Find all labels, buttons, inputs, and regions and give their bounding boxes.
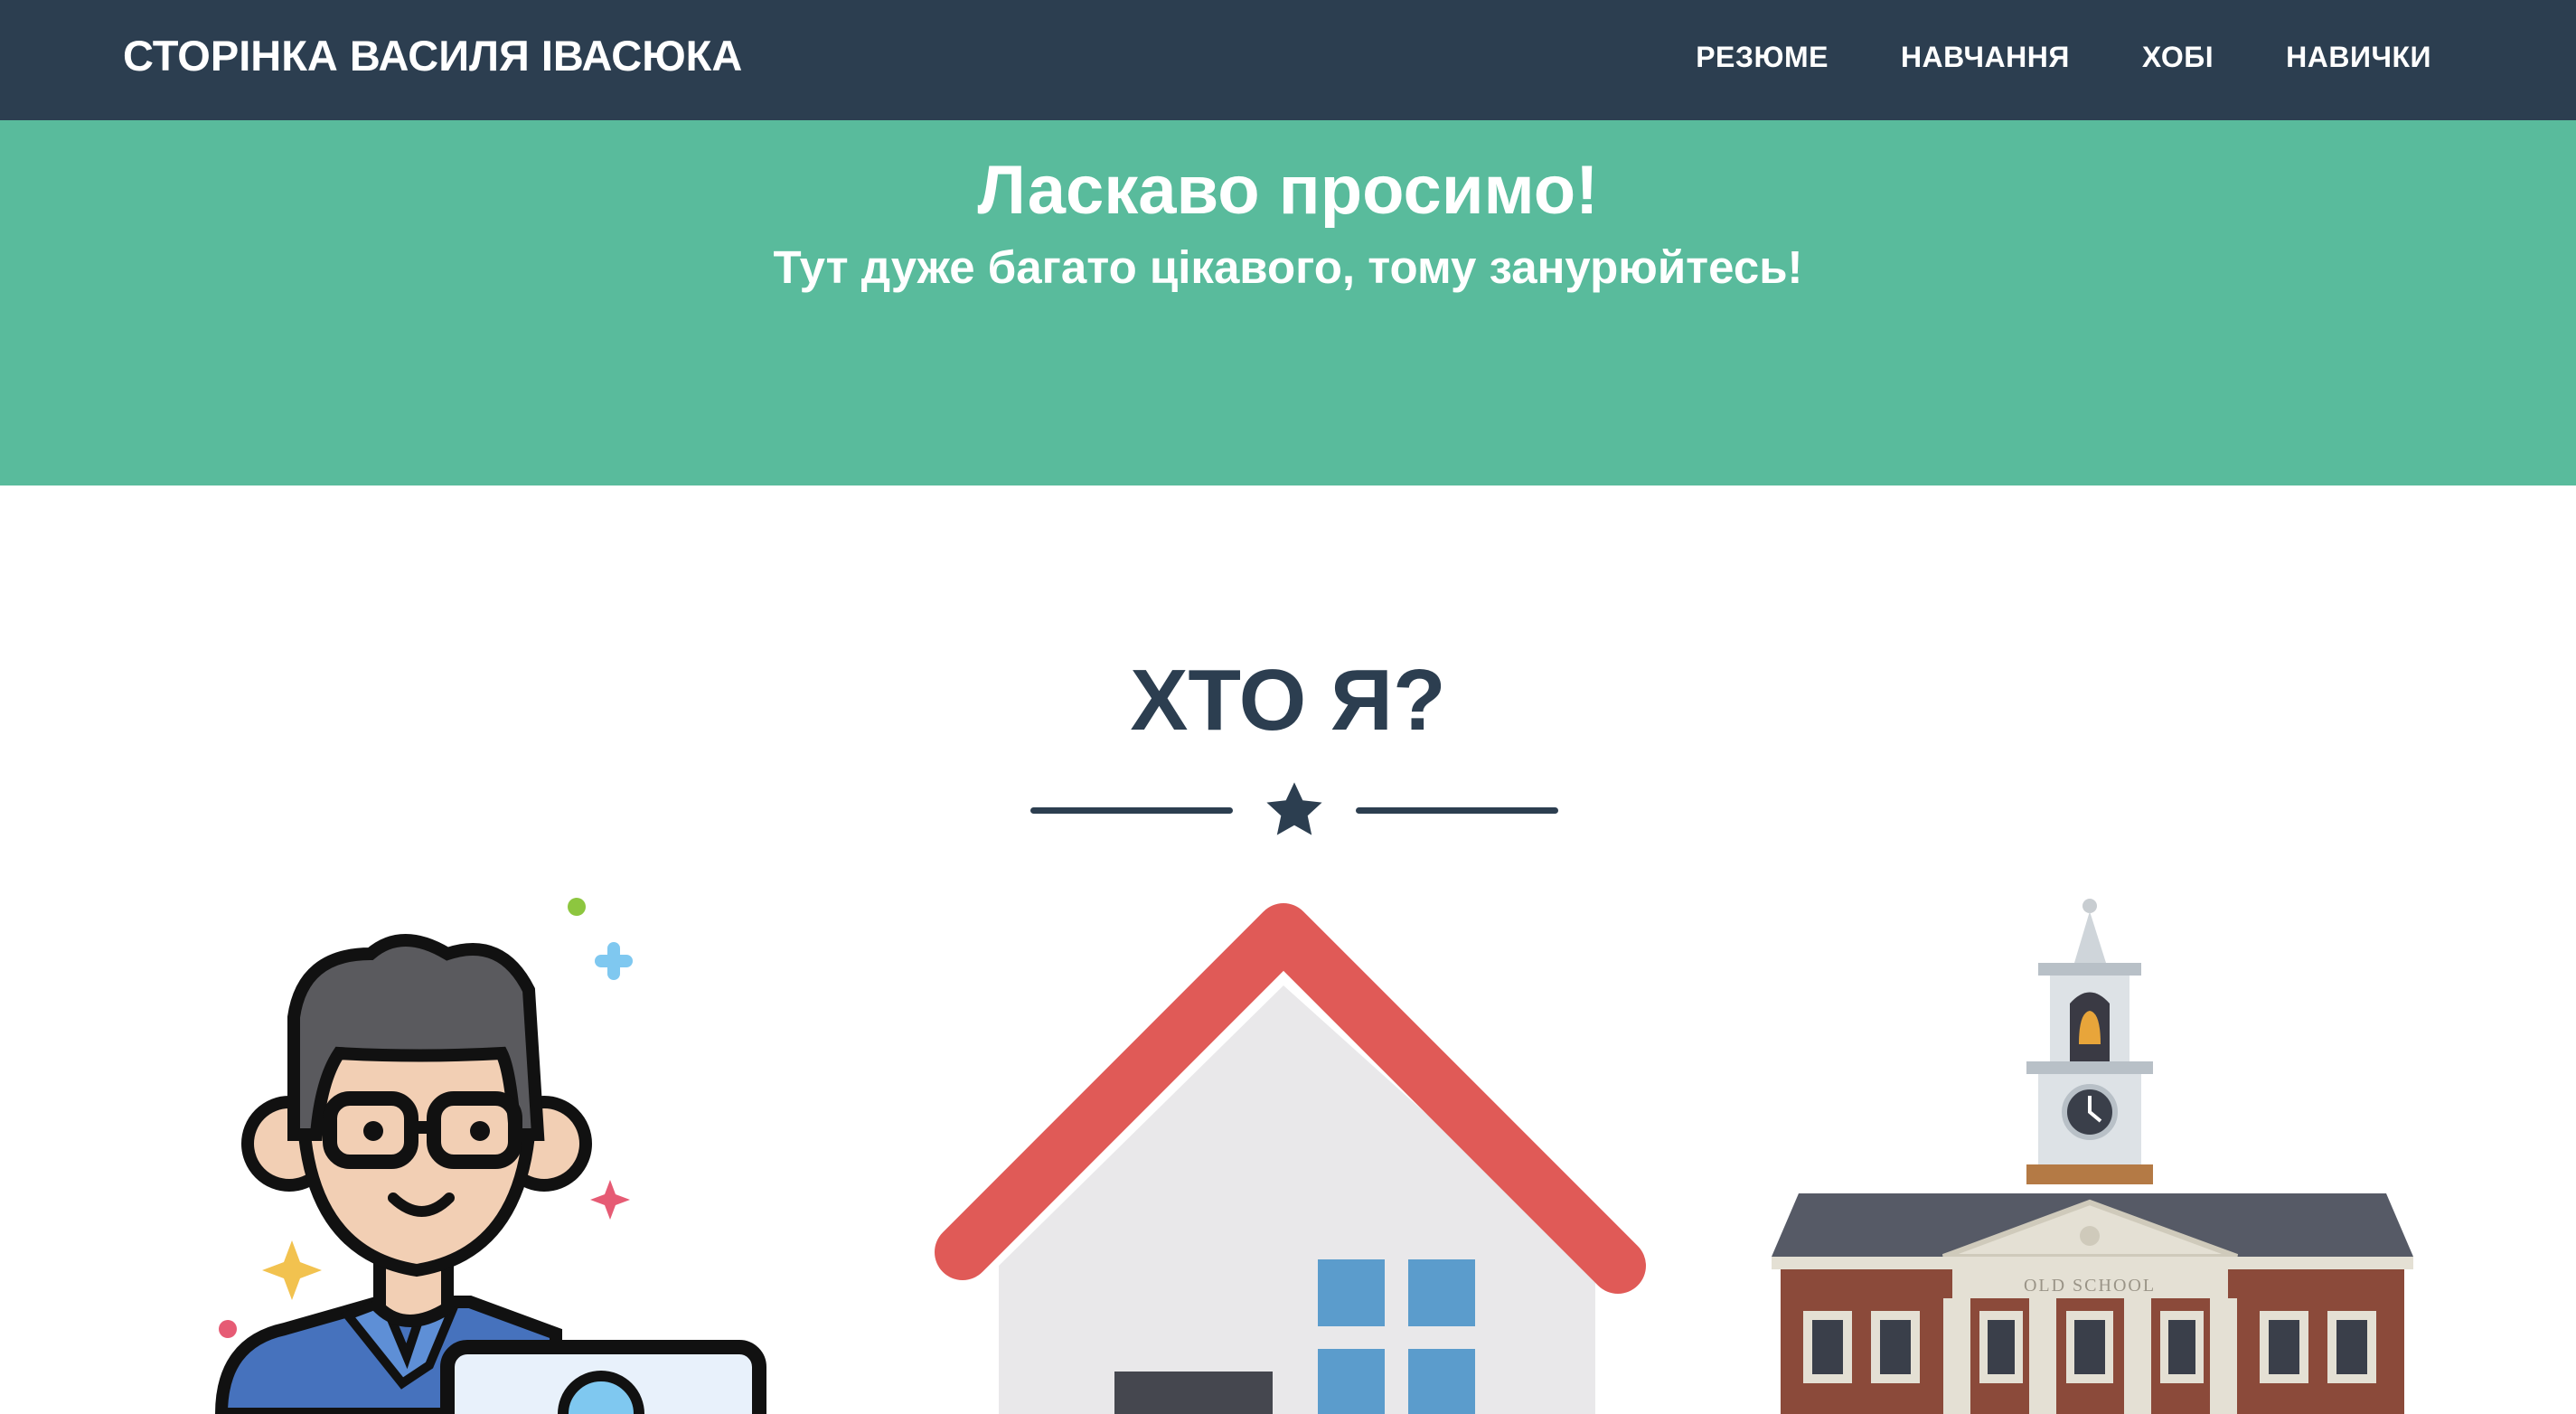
- house-wall: [999, 985, 1595, 1414]
- pediment-oculus: [2080, 1226, 2100, 1246]
- cornice: [1772, 1257, 2413, 1269]
- eye-right: [470, 1121, 490, 1141]
- tower-ledge: [2026, 1061, 2153, 1074]
- dot-pink-icon: [219, 1320, 237, 1338]
- eye-left: [363, 1121, 383, 1141]
- navbar: СТОРІНКА ВАСИЛЯ ІВАСЮКА РЕЗЮМЕ НАВЧАННЯ …: [0, 0, 2576, 120]
- nav-item-education: НАВЧАННЯ: [1901, 34, 2070, 80]
- star-divider: [1030, 778, 1558, 843]
- star-icon: [1266, 782, 1322, 835]
- windows: [1803, 1311, 2376, 1383]
- brand-link[interactable]: СТОРІНКА ВАСИЛЯ ІВАСЮКА: [123, 29, 742, 83]
- person-illustration: [214, 898, 766, 1414]
- nav-link-resume[interactable]: РЕЗЮМЕ: [1696, 41, 1829, 73]
- nav-link-skills[interactable]: НАВИЧКИ: [2286, 41, 2431, 73]
- house-door: [1114, 1372, 1273, 1414]
- nav-item-skills: НАВИЧКИ: [2286, 34, 2431, 80]
- about-section-title: ХТО Я?: [1130, 652, 1446, 749]
- nav-link-education[interactable]: НАВЧАННЯ: [1901, 41, 2070, 73]
- nav-link-hobby[interactable]: ХОБІ: [2142, 41, 2214, 73]
- laptop-logo-icon: [558, 1371, 644, 1414]
- hero-banner: Ласкаво просимо! Тут дуже багато цікавог…: [0, 120, 2576, 485]
- divider-line-right: [1356, 807, 1558, 814]
- spire: [2074, 911, 2106, 963]
- plus-sparkle-icon: [595, 942, 633, 980]
- sparkle-pink-icon: [590, 1180, 630, 1220]
- sparkle-yellow-icon: [262, 1240, 322, 1300]
- window-pane-bl: [1318, 1349, 1385, 1414]
- tower-base: [2026, 1164, 2153, 1184]
- spire-tip: [2082, 899, 2097, 913]
- school-illustration: OLD SCHOOL: [1772, 899, 2413, 1414]
- hero-title: Ласкаво просимо!: [977, 152, 1599, 229]
- tower-cap: [2038, 963, 2141, 976]
- house-illustration: [935, 903, 1646, 1414]
- nav-item-resume: РЕЗЮМЕ: [1696, 34, 1829, 80]
- window-pane-br: [1408, 1349, 1475, 1414]
- nav-item-hobby: ХОБІ: [2142, 34, 2214, 80]
- nav-menu: РЕЗЮМЕ НАВЧАННЯ ХОБІ НАВИЧКИ: [1696, 34, 2431, 80]
- dot-green-icon: [568, 898, 586, 916]
- divider-line-left: [1030, 807, 1233, 814]
- school-sign: OLD SCHOOL: [2024, 1276, 2156, 1296]
- window-pane-tl: [1318, 1259, 1385, 1326]
- hero-subtitle: Тут дуже багато цікавого, тому занурюйте…: [773, 241, 1803, 293]
- window-pane-tr: [1408, 1259, 1475, 1326]
